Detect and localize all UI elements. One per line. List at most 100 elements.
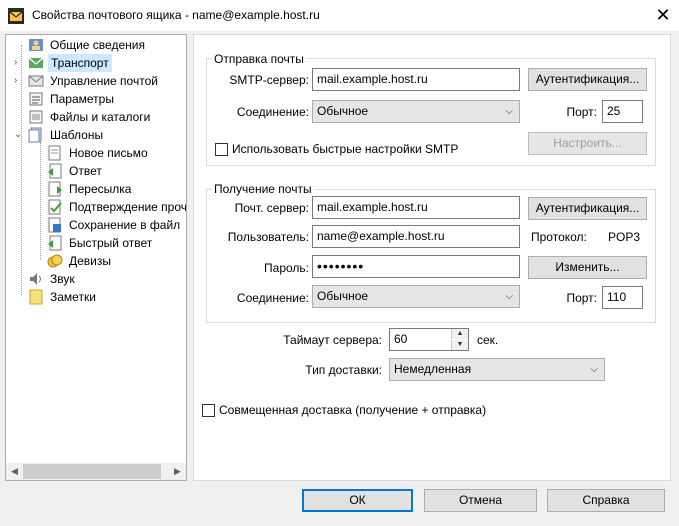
password-input[interactable]: •••••••• [312,255,520,278]
mottos-icon [47,254,63,268]
quick-smtp-label: Использовать быстрые настройки SMTP [232,142,459,156]
help-button[interactable]: Справка [547,489,665,512]
new-letter-icon [48,145,61,161]
tree-label: Быстрый ответ [69,236,153,250]
receive-connection-label: Соединение: [236,291,309,305]
cancel-button[interactable]: Отмена [424,489,537,512]
scroll-left-icon[interactable]: ◀ [6,463,23,480]
chevron-down-icon: ⌵ [505,291,513,302]
tree-label: Сохранение в файл [69,218,181,232]
tree-label: Управление почтой [50,74,158,88]
send-connection-label: Соединение: [236,105,309,119]
tree-label: Транспорт [48,54,112,72]
mail-server-label: Почт. сервер: [234,201,309,215]
spin-down-icon[interactable]: ▼ [451,340,468,350]
tree-label: Шаблоны [50,128,104,142]
combined-delivery-checkbox[interactable] [202,404,215,417]
tree-label: Файлы и каталоги [50,110,151,124]
chevron-right-icon[interactable]: › [14,76,24,86]
tree-item-folders[interactable]: Файлы и каталоги [10,108,186,126]
confirmation-icon [48,199,62,215]
send-auth-button[interactable]: Аутентификация... [528,68,647,91]
protocol-value: POP3 [608,230,641,244]
tree-item-mottos[interactable]: Девизы [41,252,186,270]
protocol-label: Протокол: [531,230,587,244]
quick-reply-icon [48,235,62,251]
tree-item-templates[interactable]: ⌄ Шаблоны [10,126,186,144]
tree-item-new-letter[interactable]: Новое письмо [41,144,186,162]
timeout-value: 60 [394,332,408,346]
delivery-label: Тип доставки: [305,363,382,377]
receive-connection-select[interactable]: Обычное ⌵ [312,285,520,308]
transport-icon [28,57,44,68]
chevron-down-icon: ⌵ [590,364,598,375]
send-port-input[interactable]: 25 [602,100,643,123]
send-connection-select[interactable]: Обычное ⌵ [312,100,520,123]
timeout-spinner[interactable]: 60 ▲ ▼ [389,328,469,351]
tree-item-save-to-file[interactable]: Сохранение в файл [41,216,186,234]
tree-label: Параметры [50,92,114,106]
reply-icon [48,163,62,179]
smtp-server-input[interactable]: mail.example.host.ru [312,68,520,91]
ok-button[interactable]: ОК [302,489,413,512]
tree-item-parameters[interactable]: Параметры [10,90,186,108]
receive-auth-button[interactable]: Аутентификация... [528,197,647,220]
change-password-button[interactable]: Изменить... [528,256,647,279]
tree-item-mail-management[interactable]: › Управление почтой [10,72,186,90]
scroll-thumb[interactable] [23,464,161,479]
tree-label: Девизы [69,254,112,268]
tree-label: Подтверждение проч [69,200,187,214]
tree-label: Звук [50,272,75,286]
notes-icon [29,289,43,305]
send-group-title: Отправка почты [212,52,306,66]
tree-item-general[interactable]: Общие сведения [16,36,186,54]
tree-item-transport[interactable]: › Транспорт [10,54,186,72]
tree-item-confirmation[interactable]: Подтверждение проч [41,198,186,216]
tree-label: Пересылка [69,182,132,196]
send-connection-value: Обычное [317,104,369,118]
tree-item-sound[interactable]: Звук [10,270,186,288]
tree-label: Заметки [50,290,96,304]
tree-item-reply[interactable]: Ответ [41,162,186,180]
save-to-file-icon [48,217,61,233]
password-label: Пароль: [264,261,309,275]
folders-icon [29,110,43,124]
spin-up-icon[interactable]: ▲ [451,329,468,339]
send-port-label: Порт: [566,105,597,119]
receive-group-title: Получение почты [212,182,314,196]
forward-icon [48,181,62,197]
mail-management-icon [28,75,44,87]
receive-port-label: Порт: [566,291,597,305]
timeout-unit: сек. [477,333,499,347]
combined-delivery-label: Совмещенная доставка (получение + отправ… [219,403,487,417]
app-icon [8,8,24,24]
tree-item-forward[interactable]: Пересылка [41,180,186,198]
scroll-right-icon[interactable]: ▶ [169,463,186,480]
tree-label: Новое письмо [69,146,148,160]
user-input[interactable]: name@example.host.ru [312,225,520,248]
user-label: Пользователь: [227,230,309,244]
delivery-value: Немедленная [394,362,472,376]
general-info-icon [29,39,43,51]
parameters-icon [29,92,43,106]
mail-server-input[interactable]: mail.example.host.ru [312,196,520,219]
timeout-label: Таймаут сервера: [283,333,382,347]
close-icon[interactable]: ✕ [651,3,675,27]
transport-panel: Отправка почты SMTP-сервер: mail.example… [193,34,671,481]
chevron-down-icon[interactable]: ⌄ [14,130,24,140]
configure-button[interactable]: Настроить... [528,132,647,155]
chevron-right-icon[interactable]: › [14,58,24,68]
quick-smtp-checkbox[interactable] [215,143,228,156]
chevron-down-icon: ⌵ [505,106,513,117]
tree-label: Общие сведения [50,38,145,52]
templates-icon [28,127,42,143]
tree-item-quick-reply[interactable]: Быстрый ответ [41,234,186,252]
smtp-label: SMTP-сервер: [229,73,309,87]
tree-scrollbar[interactable]: ◀ ▶ [6,463,186,480]
tree-item-notes[interactable]: Заметки [10,288,186,306]
window-title: Свойства почтового ящика - name@example.… [32,8,320,22]
receive-port-input[interactable]: 110 [602,286,643,309]
delivery-select[interactable]: Немедленная ⌵ [389,358,605,381]
sound-icon [30,273,41,285]
settings-tree: Общие сведения › Транспорт › Управление … [5,34,187,481]
